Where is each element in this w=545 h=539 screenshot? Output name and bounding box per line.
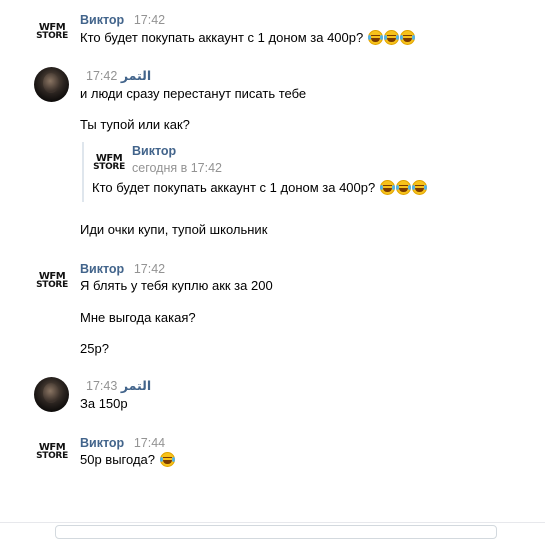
avatar[interactable] <box>34 377 69 412</box>
message-header: Виктор 17:42 <box>80 261 165 276</box>
logo-text: STORE <box>36 31 68 41</box>
quote-time[interactable]: сегодня в 17:42 <box>132 161 222 175</box>
message-time[interactable]: 17:43 <box>86 379 117 393</box>
author-name[interactable]: Виктор <box>80 13 124 27</box>
logo-text: STORE <box>36 280 68 290</box>
message-text: Кто будет покупать аккаунт с 1 доном за … <box>80 30 415 45</box>
face-with-tears-of-joy-icon <box>399 30 415 45</box>
face-with-tears-of-joy-icon <box>159 452 175 467</box>
avatar[interactable]: WFM STORE <box>34 14 70 50</box>
face-with-tears-of-joy-icon <box>367 30 383 45</box>
message-text: Ты тупой или как? <box>80 117 190 132</box>
message-time[interactable]: 17:42 <box>134 262 165 276</box>
message-text: Мне выгода какая? <box>80 310 196 325</box>
face-with-tears-of-joy-icon <box>383 30 399 45</box>
message-text: Иди очки купи, тупой школьник <box>80 222 268 237</box>
message-header: التمر 17:42 <box>80 68 151 83</box>
message-line: 50р выгода? <box>80 452 155 467</box>
avatar[interactable]: WFM STORE <box>34 434 70 470</box>
message-time[interactable]: 17:42 <box>134 13 165 27</box>
forwarded-message[interactable]: WFM STORE Виктор сегодня в 17:42 Кто буд… <box>82 142 484 202</box>
message-input[interactable] <box>55 525 497 539</box>
face-with-tears-of-joy-icon <box>411 180 427 195</box>
quote-line: Кто будет покупать аккаунт с 1 доном за … <box>92 180 376 195</box>
logo-text: STORE <box>36 451 68 461</box>
avatar[interactable]: WFM STORE <box>34 263 70 299</box>
message-header: التمر 17:43 <box>80 378 151 393</box>
logo-text: STORE <box>93 162 125 172</box>
message-text: За 150р <box>80 396 128 411</box>
author-name[interactable]: Виктор <box>80 262 124 276</box>
author-name[interactable]: التمر <box>121 69 151 83</box>
author-name[interactable]: التمر <box>121 379 151 393</box>
message-header: Виктор 17:44 <box>80 435 165 450</box>
message-time[interactable]: 17:44 <box>134 436 165 450</box>
author-name[interactable]: Виктор <box>80 436 124 450</box>
face-with-tears-of-joy-icon <box>379 180 395 195</box>
quote-author[interactable]: Виктор <box>132 144 176 158</box>
message-line: Кто будет покупать аккаунт с 1 доном за … <box>80 30 364 45</box>
quote-text: Кто будет покупать аккаунт с 1 доном за … <box>92 180 427 195</box>
message-text: Я блять у тебя куплю акк за 200 <box>80 278 273 293</box>
message-header: Виктор 17:42 <box>80 12 165 27</box>
message-text: 50р выгода? <box>80 452 175 467</box>
face-with-tears-of-joy-icon <box>395 180 411 195</box>
divider <box>0 522 545 523</box>
avatar[interactable]: WFM STORE <box>93 149 125 177</box>
message-time[interactable]: 17:42 <box>86 69 117 83</box>
message-text: и люди сразу перестанут писать тебе <box>80 86 307 101</box>
message-text: 25р? <box>80 341 109 356</box>
avatar[interactable] <box>34 67 69 102</box>
